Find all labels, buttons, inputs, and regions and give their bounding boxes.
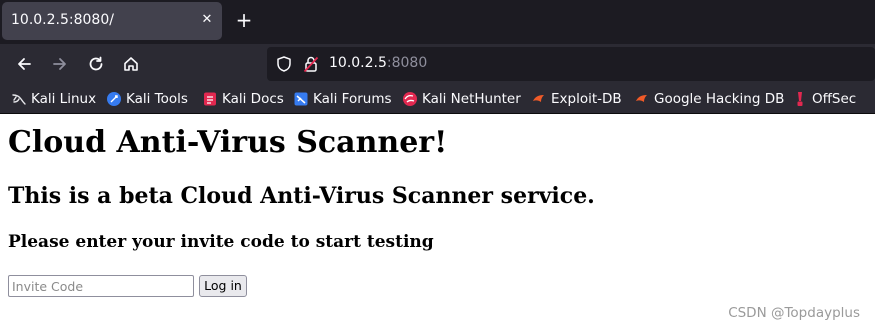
url-host: 10.0.2.5 — [329, 55, 387, 71]
login-button[interactable]: Log in — [199, 275, 247, 297]
kali-forums-icon — [293, 91, 309, 107]
tab-title: 10.0.2.5:8080/ — [11, 12, 114, 28]
insecure-lock-icon[interactable] — [302, 55, 320, 73]
url-text[interactable]: 10.0.2.5:8080 — [329, 55, 427, 71]
bookmark-label: Kali Tools — [126, 91, 188, 107]
bookmark-label: Kali Linux — [31, 91, 97, 107]
bookmark-label: Exploit-DB — [551, 91, 622, 107]
bookmark-kali-docs[interactable]: Kali Docs — [202, 90, 284, 108]
invite-code-input[interactable] — [8, 275, 194, 297]
bookmark-kali-forums[interactable]: Kali Forums — [293, 90, 392, 108]
bookmarks-toolbar: Kali Linux Kali Tools Kali Docs Kali For… — [0, 84, 875, 114]
url-port: :8080 — [386, 55, 428, 71]
bookmark-kali-linux[interactable]: Kali Linux — [11, 90, 96, 108]
page-subtitle: This is a beta Cloud Anti-Virus Scanner … — [8, 183, 595, 209]
nav-toolbar: 10.0.2.5:8080 — [0, 44, 875, 84]
shield-icon[interactable] — [275, 55, 293, 73]
bookmark-kali-tools[interactable]: Kali Tools — [106, 90, 188, 108]
plus-icon[interactable]: + — [233, 9, 255, 31]
bookmark-kali-nethunter[interactable]: Kali NetHunter — [402, 90, 521, 108]
home-icon[interactable] — [119, 52, 143, 76]
exploit-db-icon — [531, 91, 547, 107]
watermark: CSDN @Topdayplus — [728, 305, 860, 321]
bookmark-label: OffSec — [812, 91, 857, 107]
kali-tools-icon — [106, 91, 122, 107]
close-icon[interactable]: ✕ — [198, 11, 216, 29]
bookmark-label: Kali NetHunter — [422, 91, 521, 107]
bookmark-google-hacking-db[interactable]: Google Hacking DB — [634, 90, 784, 108]
bookmark-label: Google Hacking DB — [654, 91, 785, 107]
nethunter-icon — [402, 91, 418, 107]
page-instruction: Please enter your invite code to start t… — [8, 232, 434, 252]
bookmark-exploit-db[interactable]: Exploit-DB — [531, 90, 622, 108]
bookmark-label: Kali Forums — [313, 91, 392, 107]
page-content: Cloud Anti-Virus Scanner! This is a beta… — [0, 115, 875, 333]
kali-dragon-icon — [11, 91, 27, 107]
arrow-right-icon[interactable] — [48, 52, 72, 76]
bookmark-label: Kali Docs — [222, 91, 284, 107]
bookmark-offsec[interactable]: OffSec — [792, 90, 856, 108]
ghdb-icon — [634, 91, 650, 107]
page-title: Cloud Anti-Virus Scanner! — [8, 125, 448, 160]
url-bar[interactable]: 10.0.2.5:8080 — [267, 47, 875, 81]
tab-strip: 10.0.2.5:8080/ ✕ + — [0, 0, 875, 44]
offsec-icon — [792, 91, 808, 107]
arrow-left-icon[interactable] — [12, 52, 36, 76]
kali-docs-icon — [202, 91, 218, 107]
tab-active[interactable]: 10.0.2.5:8080/ ✕ — [2, 2, 222, 40]
reload-icon[interactable] — [84, 52, 108, 76]
